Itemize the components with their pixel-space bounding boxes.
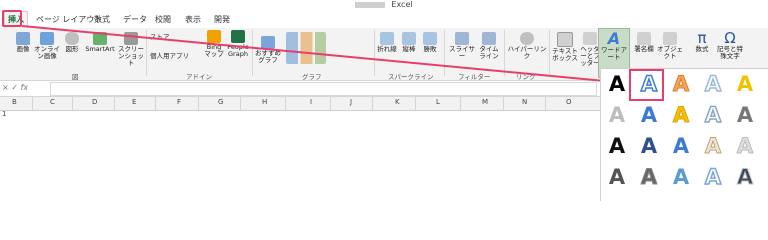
wordart-style-option[interactable]: A — [731, 103, 759, 127]
wordart-style-option[interactable]: A — [667, 72, 695, 97]
wordart-style-option[interactable]: A — [731, 72, 759, 96]
wordart-style-option[interactable]: A — [603, 103, 631, 127]
wordart-style-option[interactable]: A — [699, 134, 727, 159]
wordart-style-option[interactable]: A — [699, 71, 727, 97]
wordart-style-option[interactable]: A — [731, 165, 759, 190]
wordart-style-option[interactable]: A — [667, 165, 695, 189]
wordart-style-option[interactable]: A — [667, 103, 695, 128]
arrow-line — [21, 25, 627, 84]
wordart-style-option[interactable]: A — [667, 134, 695, 158]
wordart-style-option[interactable]: A — [699, 164, 727, 190]
wordart-style-option[interactable]: A — [603, 134, 631, 158]
wordart-style-option[interactable]: A — [635, 103, 663, 127]
wordart-style-option[interactable]: A — [635, 165, 663, 190]
wordart-style-option[interactable]: A — [635, 134, 663, 158]
wordart-style-option[interactable]: A — [731, 134, 759, 159]
wordart-style-option[interactable]: A — [699, 102, 727, 128]
wordart-style-option[interactable]: A — [603, 165, 631, 189]
wordart-style-option[interactable]: A — [603, 72, 631, 96]
wordart-style-option[interactable]: A — [635, 71, 663, 97]
